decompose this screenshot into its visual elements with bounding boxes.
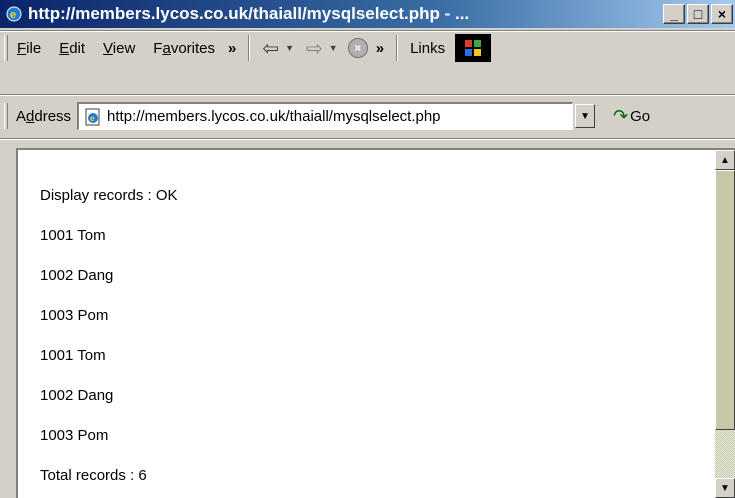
stop-icon[interactable]: × — [347, 38, 368, 58]
go-button[interactable]: ↷ Go — [613, 106, 650, 127]
menu-overflow-chevron[interactable]: » — [228, 40, 236, 57]
scroll-down-button[interactable]: ▼ — [715, 478, 735, 498]
svg-text:e: e — [10, 9, 16, 21]
go-label: Go — [630, 107, 651, 125]
minimize-button[interactable]: _ — [663, 4, 685, 24]
address-input[interactable]: e http://members.lycos.co.uk/thaiall/mys… — [77, 102, 574, 130]
close-button[interactable]: × — [711, 4, 733, 24]
menu-favorites[interactable]: Favorites — [144, 40, 224, 57]
back-dropdown-icon[interactable]: ▼ — [285, 43, 294, 53]
record-list: Display records : OK 1001 Tom 1002 Dang … — [40, 186, 178, 498]
title-bar[interactable]: e http://members.lycos.co.uk/thaiall/mys… — [0, 0, 735, 28]
address-dropdown-button[interactable]: ▼ — [575, 104, 596, 128]
page-content: Display records : OK 1001 Tom 1002 Dang … — [16, 148, 735, 498]
svg-text:e: e — [90, 114, 95, 123]
menu-edit[interactable]: Edit — [50, 40, 94, 57]
scroll-up-button[interactable]: ▲ — [715, 150, 735, 170]
maximize-button[interactable]: □ — [687, 4, 709, 24]
address-bar: Address e http://members.lycos.co.uk/tha… — [0, 98, 735, 134]
divider — [0, 138, 735, 140]
menu-bar: File Edit View Favorites » ⇦ ▼ ⇨ ▼ × » L… — [0, 32, 735, 64]
menu-view[interactable]: View — [94, 40, 144, 57]
divider — [0, 94, 735, 96]
vertical-scrollbar[interactable]: ▲ ▼ — [715, 150, 735, 498]
toolbar-separator — [396, 35, 399, 61]
go-arrow-icon: ↷ — [613, 105, 629, 126]
toolbar-grip[interactable] — [4, 103, 8, 129]
address-label: Address — [16, 107, 72, 125]
links-button[interactable]: Links — [410, 40, 445, 57]
forward-dropdown-icon[interactable]: ▼ — [329, 43, 338, 53]
record-row: 1003 Pom — [40, 427, 109, 444]
forward-arrow-icon[interactable]: ⇨ — [306, 36, 323, 61]
ie-logo-icon: e — [4, 4, 24, 24]
record-row: 1003 Pom — [40, 307, 109, 324]
address-url: http://members.lycos.co.uk/thaiall/mysql… — [107, 108, 441, 125]
page-icon: e — [83, 107, 103, 127]
toolbar-overflow-chevron[interactable]: » — [376, 40, 384, 57]
total-line: Total records : 6 — [40, 467, 147, 484]
record-row: 1001 Tom — [40, 347, 106, 364]
record-row: 1001 Tom — [40, 227, 106, 244]
record-row: 1002 Dang — [40, 267, 114, 284]
record-row: 1002 Dang — [40, 387, 114, 404]
scroll-thumb[interactable] — [715, 170, 735, 430]
status-line: Display records : OK — [40, 187, 178, 204]
toolbar-separator — [248, 35, 251, 61]
menu-file[interactable]: File — [8, 40, 50, 57]
window-title: http://members.lycos.co.uk/thaiall/mysql… — [28, 4, 470, 23]
windows-logo-icon — [455, 34, 492, 62]
back-arrow-icon[interactable]: ⇦ — [262, 36, 279, 61]
